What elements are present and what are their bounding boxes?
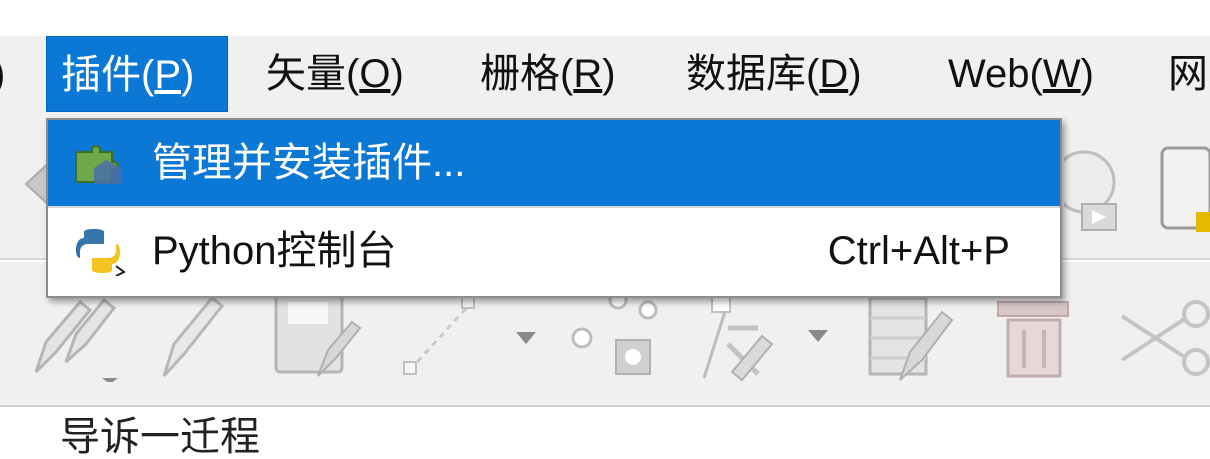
vertex-tool-icon[interactable] <box>564 288 664 384</box>
cut-features-icon[interactable] <box>1116 298 1210 378</box>
edit-table-icon[interactable] <box>866 292 962 382</box>
plugin-puzzle-icon <box>75 145 122 184</box>
modify-attributes-icon[interactable] <box>698 288 838 384</box>
delete-selected-icon[interactable] <box>994 292 1080 382</box>
script-scroll-icon[interactable] <box>1156 142 1210 238</box>
add-feature-icon[interactable] <box>400 290 540 382</box>
menu-item-previous[interactable]: ) <box>0 36 5 112</box>
menu-item-shortcut: Ctrl+Alt+P <box>827 229 1010 273</box>
menu-raster[interactable]: 栅格(R) <box>480 36 616 112</box>
python-icon <box>75 229 126 276</box>
current-edits-icon[interactable] <box>26 292 126 382</box>
menu-item-manage-plugins[interactable]: 管理并安装插件... <box>48 120 1060 206</box>
menu-item-label: Python控制台 <box>152 229 397 273</box>
menu-item-label: 管理并安装插件... <box>152 141 466 185</box>
toggle-editing-icon[interactable] <box>158 292 228 382</box>
plugins-dropdown-menu: 管理并安装插件... Python控制台 Ctrl+Alt+P <box>46 118 1062 298</box>
panel-title: 导诉一迁程 <box>60 415 260 459</box>
run-script-icon[interactable] <box>1064 142 1124 232</box>
browser-panel-header: 导诉一迁程 <box>0 405 1210 457</box>
menu-bar: ) 插件(P) 矢量(O) 栅格(R) 数据库(D) Web(W) 网 <box>0 36 1210 112</box>
save-edits-icon[interactable] <box>272 292 364 382</box>
menu-item-python-console[interactable]: Python控制台 Ctrl+Alt+P <box>48 208 1060 294</box>
menu-plugins[interactable]: 插件(P) <box>46 36 228 112</box>
menu-mesh[interactable]: 网 <box>1168 36 1208 112</box>
menu-vector[interactable]: 矢量(O) <box>266 36 404 112</box>
menu-web[interactable]: Web(W) <box>948 36 1094 112</box>
menu-database[interactable]: 数据库(D) <box>686 36 862 112</box>
